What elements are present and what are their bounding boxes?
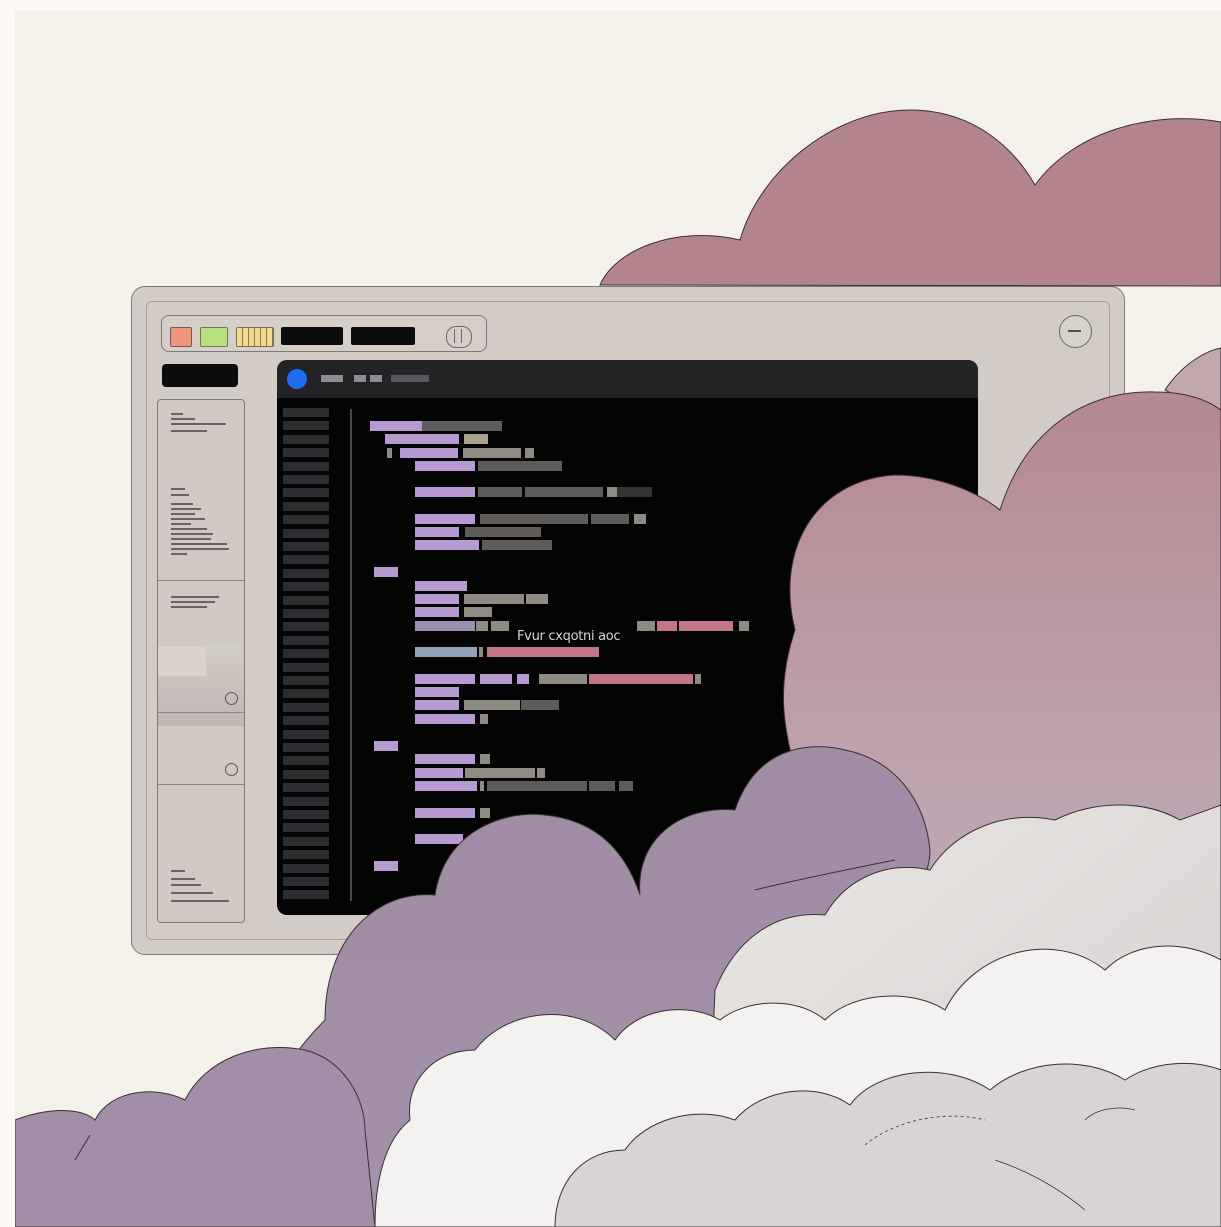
left-lilac-cloud — [15, 1046, 376, 1227]
back-rose-cloud — [599, 109, 1221, 287]
illustration-scene: Fvur cxqotni aoc — [15, 10, 1221, 1227]
clouds-illustration — [15, 109, 1221, 1227]
